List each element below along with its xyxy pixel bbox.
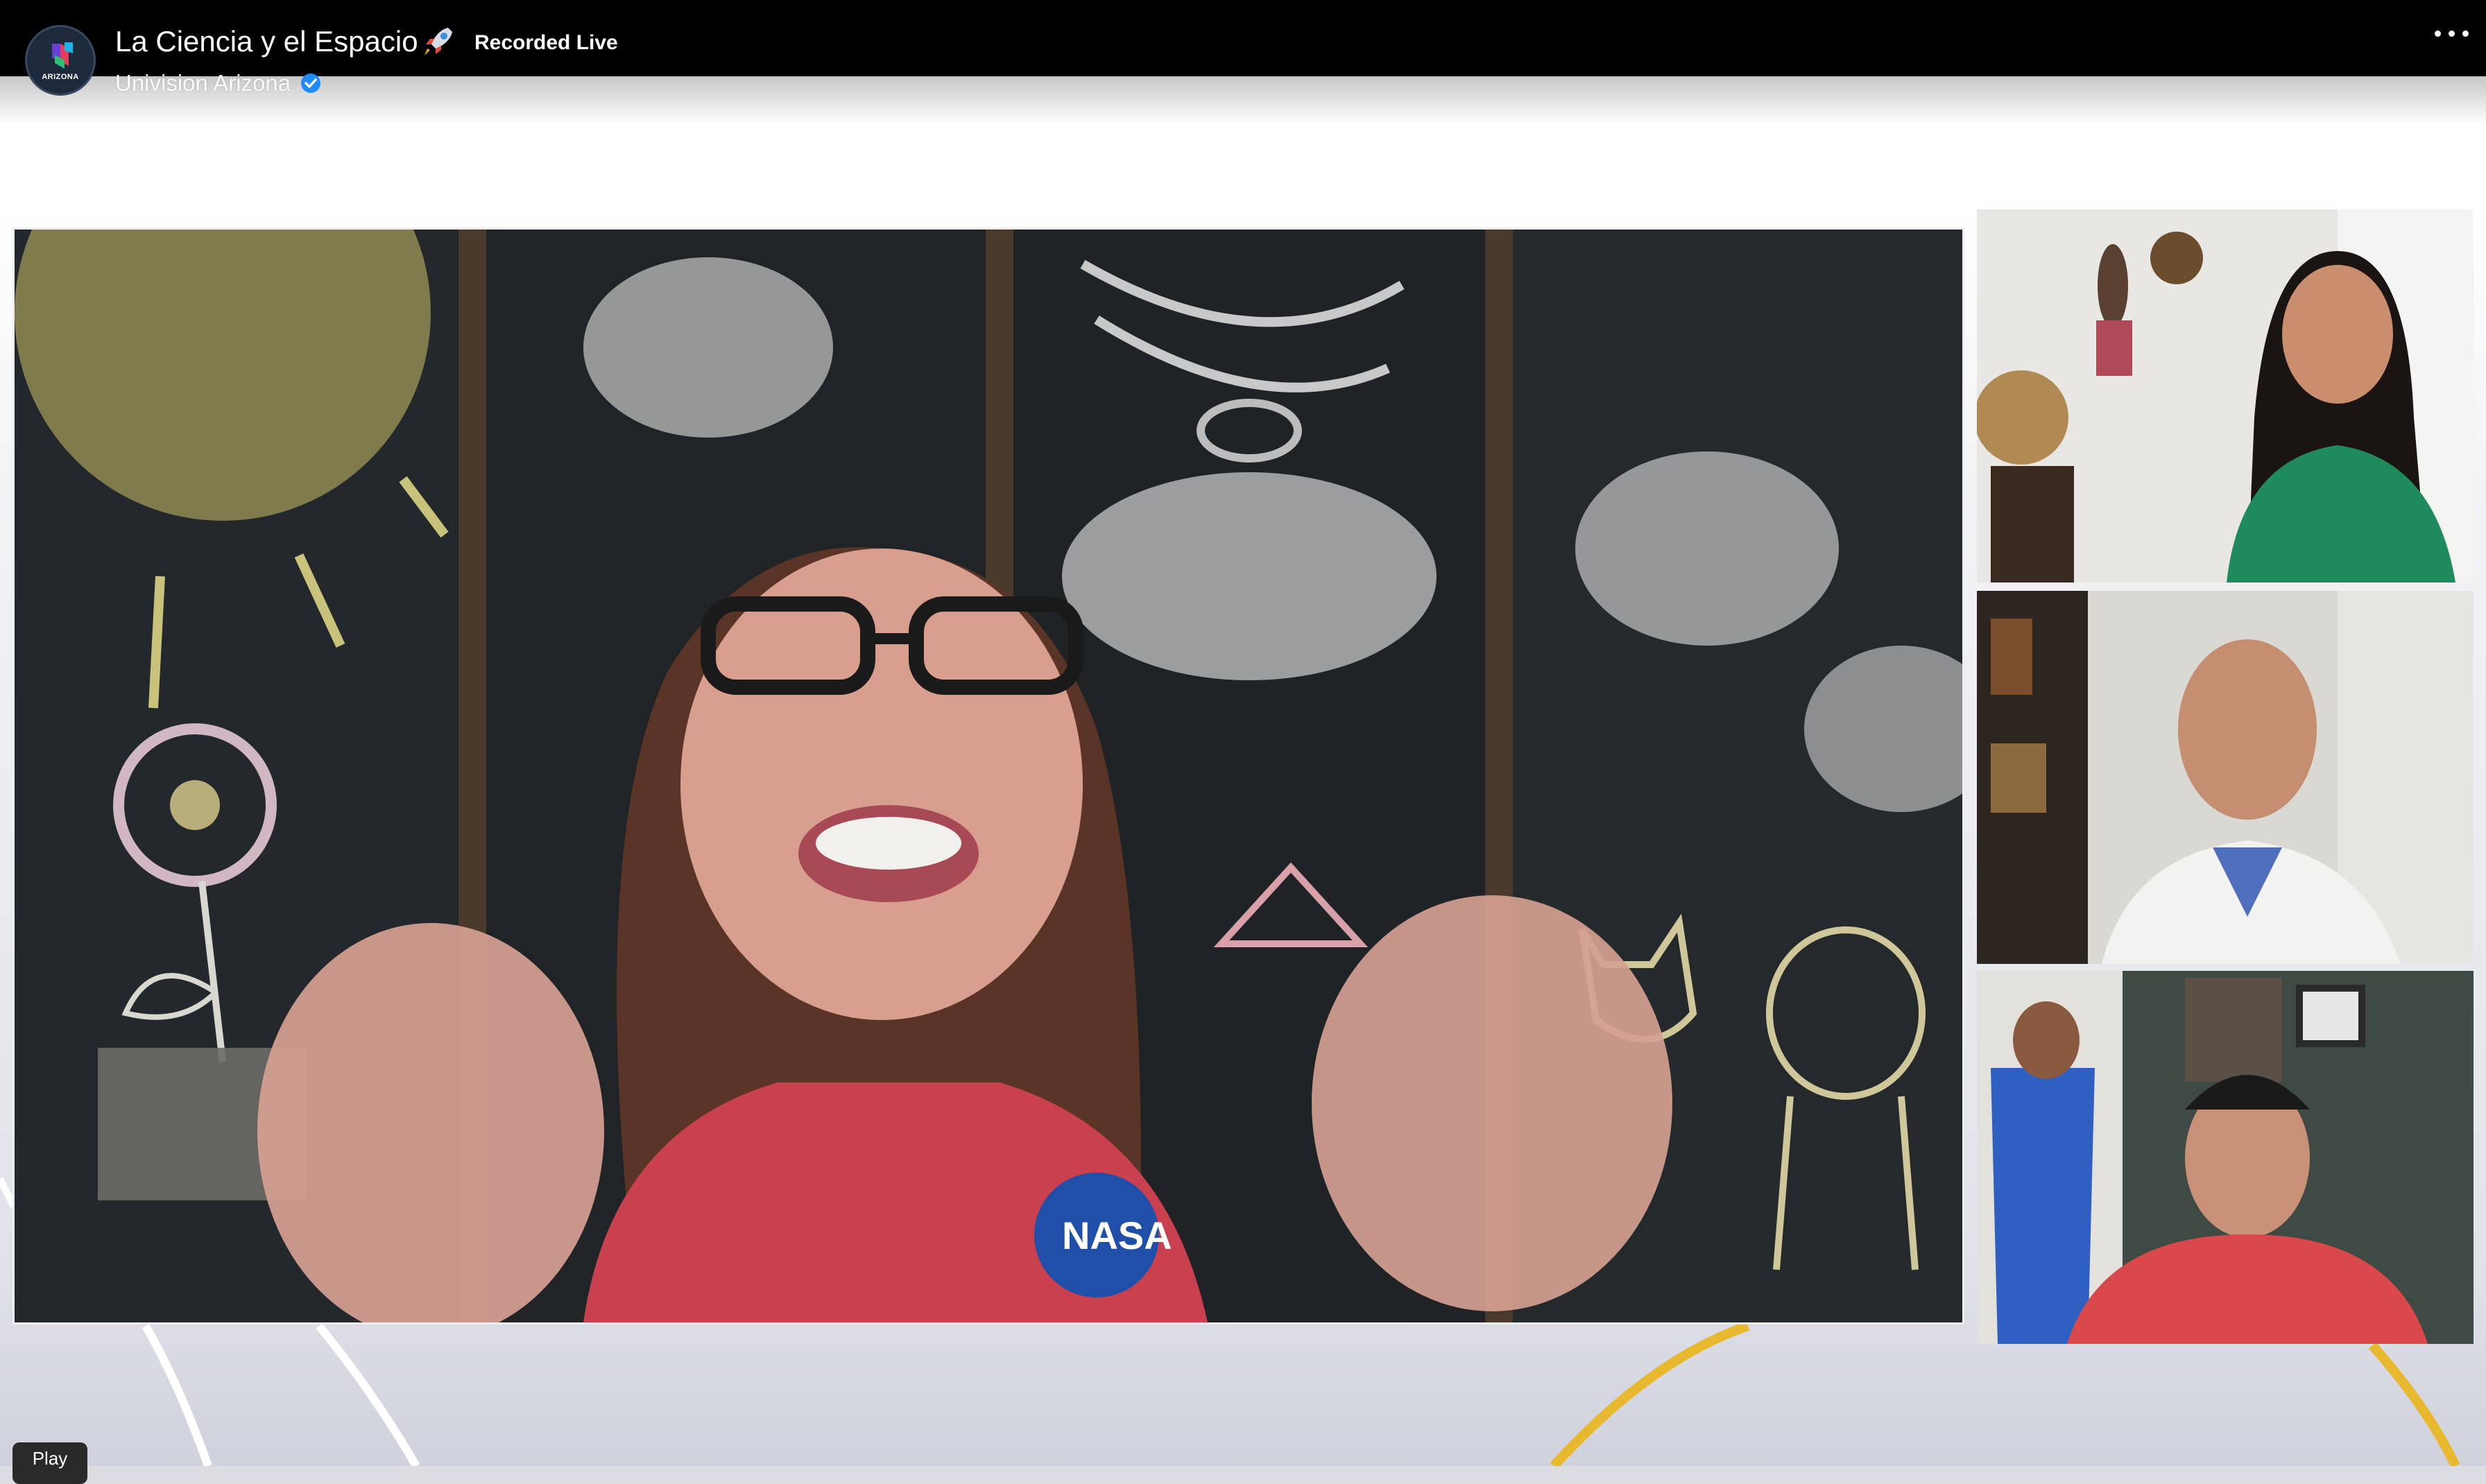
avatar-label: ARIZONA: [42, 73, 79, 81]
main-video-frame: NASA: [15, 230, 1962, 1322]
recorded-live-label: Recorded Live: [474, 31, 618, 54]
top-bar-shadow: [0, 76, 2486, 125]
play-button[interactable]: Play: [12, 1442, 87, 1484]
channel-name[interactable]: Univision Arizona: [115, 68, 291, 98]
channel-avatar[interactable]: ARIZONA: [25, 25, 96, 96]
participant-video-astronaut[interactable]: [1977, 971, 2474, 1344]
main-speaker-video[interactable]: NASA: [12, 227, 1964, 1325]
svg-text:NASA: NASA: [1062, 1214, 1172, 1257]
participant-video-doctor[interactable]: [1977, 591, 2474, 964]
video-title: La Ciencia y el Espacio: [115, 25, 418, 58]
more-options-icon[interactable]: [2428, 17, 2476, 49]
univision-logo-icon: [52, 42, 73, 69]
participant-1-frame: [1977, 209, 2474, 583]
rocket-icon: [425, 28, 452, 55]
participant-2-frame: [1977, 591, 2474, 964]
participant-video-host[interactable]: [1977, 209, 2474, 583]
participant-3-frame: [1977, 971, 2474, 1344]
verified-badge-icon: [301, 74, 320, 93]
